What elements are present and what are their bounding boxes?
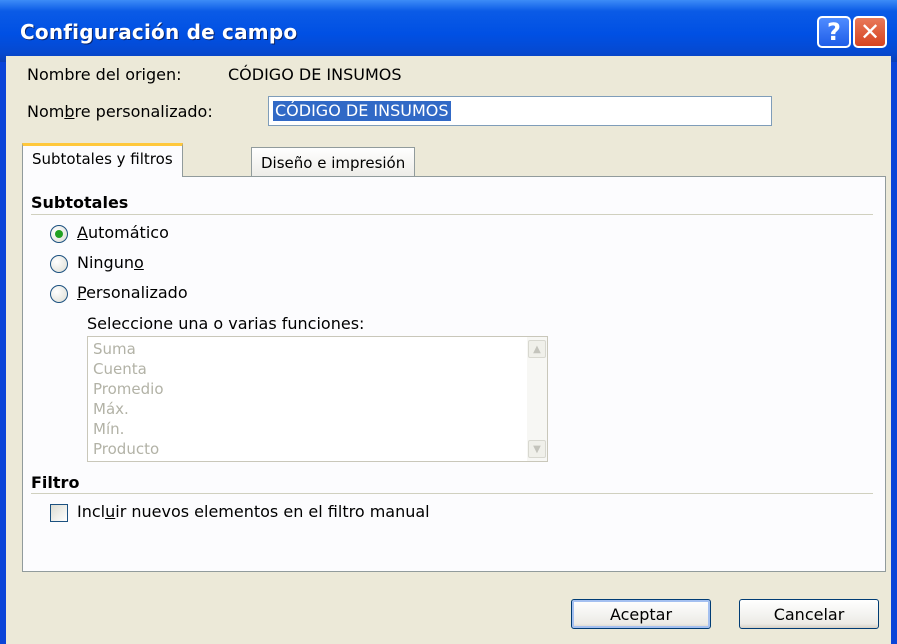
cancel-button[interactable]: Cancelar xyxy=(739,599,879,629)
chevron-up-icon: ▲ xyxy=(533,343,541,355)
radio-automatic[interactable] xyxy=(50,225,68,243)
functions-listbox[interactable]: Suma Cuenta Promedio Máx. Mín. Producto … xyxy=(87,336,548,462)
functions-label: Seleccione una o varias funciones: xyxy=(87,314,365,333)
include-new-items-label[interactable]: Incluir nuevos elementos en el filtro ma… xyxy=(77,502,430,521)
radio-custom[interactable] xyxy=(50,285,68,303)
origin-name-label: Nombre del origen: xyxy=(27,65,182,84)
chevron-down-icon: ▼ xyxy=(533,443,541,455)
list-item[interactable]: Cuenta xyxy=(93,359,147,379)
radio-none-label[interactable]: Ninguno xyxy=(77,253,144,272)
scroll-up-button[interactable]: ▲ xyxy=(528,340,546,358)
radio-automatic-label[interactable]: Automático xyxy=(77,223,169,242)
radio-selected-dot xyxy=(55,230,63,238)
include-label-post: ir nuevos elementos en el filtro manual xyxy=(115,502,430,521)
title-bar[interactable]: Configuración de campo ? ✕ xyxy=(0,0,897,62)
list-item[interactable]: Máx. xyxy=(93,399,129,419)
list-item[interactable]: Mín. xyxy=(93,419,124,439)
custom-name-label-accesskey: b xyxy=(64,102,75,121)
dialog-body: Nombre del origen: CÓDIGO DE INSUMOS Nom… xyxy=(6,56,891,644)
close-button[interactable]: ✕ xyxy=(853,16,887,48)
tab-panel-subtotals: Subtotales Automático Ninguno Personaliz… xyxy=(22,176,886,572)
radio-none-accesskey: o xyxy=(134,253,144,272)
radio-custom-accesskey: P xyxy=(77,283,87,302)
list-item[interactable]: Promedio xyxy=(93,379,164,399)
functions-scrollbar[interactable]: ▲ ▼ xyxy=(527,337,547,461)
origin-name-value: CÓDIGO DE INSUMOS xyxy=(228,65,402,84)
custom-name-label-post: re personalizado: xyxy=(74,102,213,121)
window-title: Configuración de campo xyxy=(20,20,298,44)
radio-none[interactable] xyxy=(50,255,68,273)
filter-section-title: Filtro xyxy=(31,473,80,492)
include-accesskey: u xyxy=(105,502,116,521)
subtotals-separator xyxy=(31,214,873,215)
help-button[interactable]: ? xyxy=(817,16,851,48)
include-new-items-checkbox[interactable] xyxy=(50,504,68,522)
field-settings-dialog: Configuración de campo ? ✕ Nombre del or… xyxy=(0,0,897,644)
radio-automatic-label-post: utomático xyxy=(87,223,169,242)
include-label-pre: Incl xyxy=(77,502,106,521)
custom-name-label-pre: Nom xyxy=(27,102,65,121)
accept-button[interactable]: Aceptar xyxy=(571,599,711,629)
tab-subtotals-and-filters[interactable]: Subtotales y filtros xyxy=(22,143,183,177)
radio-automatic-accesskey: A xyxy=(77,223,88,242)
scroll-down-button[interactable]: ▼ xyxy=(528,440,546,458)
radio-custom-label[interactable]: Personalizado xyxy=(77,283,188,302)
help-icon: ? xyxy=(827,18,841,46)
tab-layout-and-print[interactable]: Diseño e impresión xyxy=(251,147,416,178)
filter-separator xyxy=(31,493,873,494)
custom-name-label: Nombre personalizado: xyxy=(27,102,213,121)
radio-custom-label-post: ersonalizado xyxy=(86,283,188,302)
list-item[interactable]: Producto xyxy=(93,439,159,459)
custom-name-input[interactable]: CÓDIGO DE INSUMOS xyxy=(268,96,772,126)
radio-none-label-pre: Ningun xyxy=(77,253,134,272)
list-item[interactable]: Suma xyxy=(93,339,136,359)
custom-name-selected-text: CÓDIGO DE INSUMOS xyxy=(273,101,451,121)
subtotals-section-title: Subtotales xyxy=(31,193,129,212)
close-icon: ✕ xyxy=(859,18,881,46)
